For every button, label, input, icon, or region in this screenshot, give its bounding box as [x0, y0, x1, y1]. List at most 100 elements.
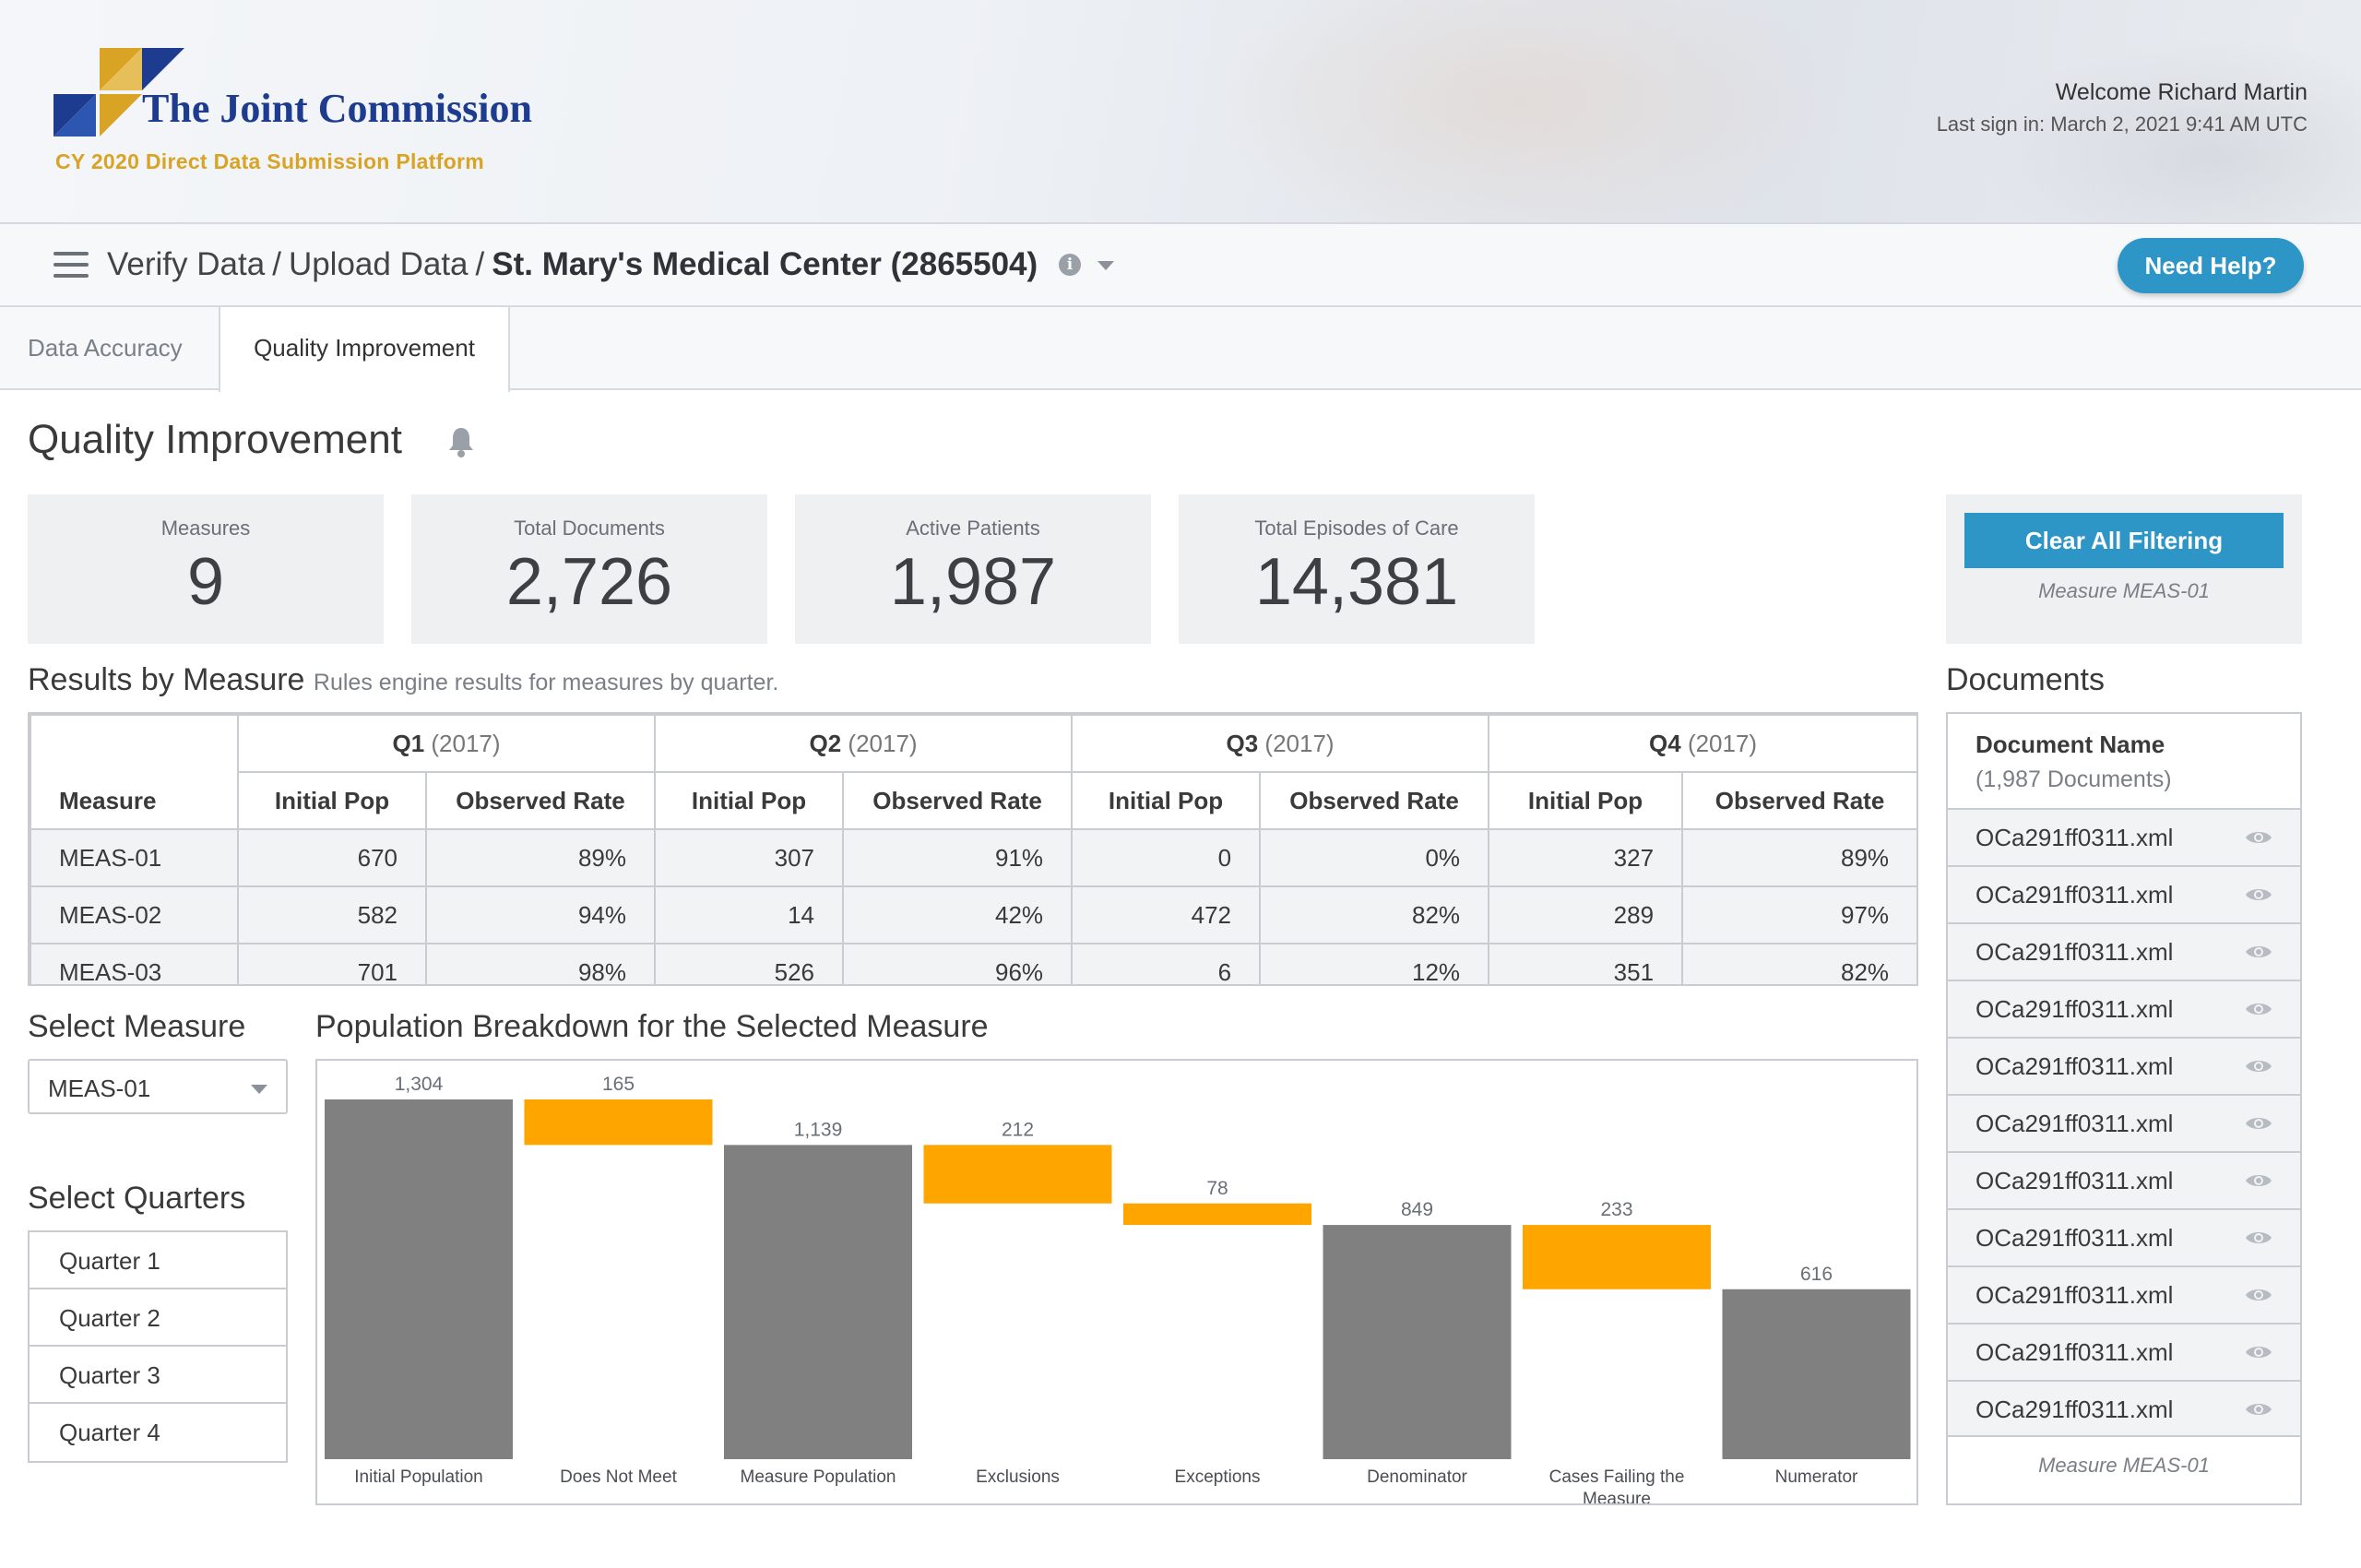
- breadcrumb-verify-data[interactable]: Verify Data: [107, 246, 265, 282]
- bar-cases-failing-the-measure[interactable]: [1523, 1225, 1711, 1289]
- hamburger-icon[interactable]: [53, 252, 89, 278]
- documents-footer: Measure MEAS-01: [1948, 1435, 2300, 1503]
- document-name: OCa291ff0311.xml: [1975, 1224, 2174, 1252]
- document-row[interactable]: OCa291ff0311.xml: [1948, 981, 2300, 1039]
- document-row[interactable]: OCa291ff0311.xml: [1948, 1324, 2300, 1382]
- population-breakdown-chart: 1,304 Initial Population 165 Does Not Meet 1…: [315, 1059, 1918, 1505]
- document-name: OCa291ff0311.xml: [1975, 1338, 2174, 1366]
- table-row[interactable]: MEAS-02 582 94% 14 42% 472 82% 289 97%: [30, 885, 1916, 944]
- bar-numerator[interactable]: [1722, 1289, 1911, 1459]
- eye-icon[interactable]: [2245, 1171, 2272, 1190]
- measure-cell: MEAS-03: [30, 943, 239, 984]
- column-header-observed-rate: Observed Rate: [1681, 771, 1916, 830]
- document-row[interactable]: OCa291ff0311.xml: [1948, 1382, 2300, 1435]
- eye-icon[interactable]: [2245, 1057, 2272, 1075]
- breadcrumb-current-facility: St. Mary's Medical Center (2865504): [492, 246, 1038, 282]
- observed-rate-cell: 91%: [842, 828, 1074, 887]
- eye-icon[interactable]: [2245, 1400, 2272, 1419]
- quarter-option-4[interactable]: Quarter 4: [30, 1404, 286, 1461]
- data-label: 233: [1600, 1199, 1632, 1220]
- table-row[interactable]: MEAS-03 701 98% 526 96% 6 12% 351 82%: [30, 943, 1916, 984]
- document-row[interactable]: OCa291ff0311.xml: [1948, 924, 2300, 981]
- breadcrumb-separator: /: [475, 246, 485, 282]
- eye-icon[interactable]: [2245, 885, 2272, 904]
- last-sign-in: Last sign in: March 2, 2021 9:41 AM UTC: [1936, 113, 2308, 136]
- eye-icon[interactable]: [2245, 943, 2272, 961]
- eye-icon[interactable]: [2245, 1229, 2272, 1247]
- document-row[interactable]: OCa291ff0311.xml: [1948, 1096, 2300, 1153]
- need-help-button[interactable]: Need Help?: [2118, 238, 2304, 293]
- document-row[interactable]: OCa291ff0311.xml: [1948, 867, 2300, 924]
- stat-label: Active Patients: [906, 517, 1040, 540]
- x-tick-label: Initial Population: [354, 1467, 482, 1487]
- platform-name: CY 2020 Direct Data Submission Platform: [55, 149, 485, 173]
- document-row[interactable]: OCa291ff0311.xml: [1948, 1267, 2300, 1324]
- x-tick-label: Exceptions: [1175, 1467, 1261, 1487]
- document-name: OCa291ff0311.xml: [1975, 824, 2174, 851]
- page-title: Quality Improvement: [28, 417, 402, 462]
- document-row[interactable]: OCa291ff0311.xml: [1948, 810, 2300, 867]
- initial-pop-cell: 526: [654, 943, 845, 984]
- document-row[interactable]: OCa291ff0311.xml: [1948, 1210, 2300, 1267]
- bar-initial-population[interactable]: [325, 1099, 513, 1459]
- observed-rate-cell: 82%: [1259, 885, 1490, 944]
- quarter-option-1[interactable]: Quarter 1: [30, 1232, 286, 1289]
- column-header-initial-pop: Initial Pop: [654, 771, 845, 830]
- breadcrumb-separator: /: [272, 246, 281, 282]
- clear-all-filtering-button[interactable]: Clear All Filtering: [1964, 513, 2284, 568]
- select-quarters-label: Select Quarters: [28, 1181, 246, 1216]
- bar-does-not-meet[interactable]: [524, 1099, 713, 1146]
- eye-icon[interactable]: [2245, 1343, 2272, 1361]
- initial-pop-cell: 351: [1488, 943, 1684, 984]
- tab-data-accuracy[interactable]: Data Accuracy: [28, 307, 183, 390]
- filter-note: Measure MEAS-01: [2038, 579, 2210, 602]
- stat-label: Total Episodes of Care: [1254, 517, 1459, 540]
- stat-value: 1,987: [889, 545, 1057, 619]
- bar-exceptions[interactable]: [1123, 1203, 1311, 1226]
- initial-pop-cell: 670: [237, 828, 427, 887]
- eye-icon[interactable]: [2245, 828, 2272, 847]
- quarter-header-q2: Q2 (2017): [654, 714, 1074, 773]
- observed-rate-cell: 94%: [424, 885, 657, 944]
- data-label: 212: [1002, 1119, 1034, 1140]
- initial-pop-cell: 289: [1488, 885, 1684, 944]
- stat-card-measures: Measures 9: [28, 494, 384, 644]
- quarter-header-q1: Q1 (2017): [236, 714, 657, 773]
- data-label: 165: [602, 1074, 635, 1095]
- x-tick-label: Measure Population: [741, 1467, 896, 1487]
- document-row[interactable]: OCa291ff0311.xml: [1948, 1039, 2300, 1096]
- chart-svg: 1,304 Initial Population 165 Does Not Meet 1…: [325, 1074, 1911, 1503]
- stat-card-episodes-of-care: Total Episodes of Care 14,381: [1179, 494, 1535, 644]
- data-label: 78: [1206, 1178, 1228, 1199]
- measure-select[interactable]: MEAS-01: [28, 1059, 288, 1114]
- info-icon[interactable]: i: [1059, 254, 1081, 276]
- chevron-down-icon: [251, 1085, 267, 1094]
- quarter-option-2[interactable]: Quarter 2: [30, 1289, 286, 1347]
- breadcrumb-upload-data[interactable]: Upload Data: [289, 246, 469, 282]
- table-row[interactable]: MEAS-01 670 89% 307 91% 0 0% 327 89%: [30, 828, 1916, 887]
- quarter-option-3[interactable]: Quarter 3: [30, 1347, 286, 1404]
- eye-icon[interactable]: [2245, 1000, 2272, 1018]
- initial-pop-cell: 701: [237, 943, 427, 984]
- documents-header: Document Name (1,987 Documents): [1948, 714, 2300, 810]
- initial-pop-cell: 472: [1071, 885, 1262, 944]
- bar-measure-population[interactable]: [724, 1145, 912, 1459]
- tab-quality-improvement[interactable]: Quality Improvement: [219, 307, 510, 392]
- chevron-down-icon[interactable]: [1097, 261, 1114, 270]
- document-name-header: Document Name: [1975, 731, 2165, 758]
- eye-icon[interactable]: [2245, 1286, 2272, 1304]
- bell-icon[interactable]: [448, 426, 474, 457]
- quarter-header-q4: Q4 (2017): [1488, 714, 1916, 773]
- x-tick-label: Does Not Meet: [560, 1467, 677, 1487]
- brand-name: The Joint Commission: [142, 86, 532, 131]
- measure-cell: MEAS-02: [30, 885, 239, 944]
- documents-list[interactable]: OCa291ff0311.xml OCa291ff0311.xml OCa291ff…: [1948, 810, 2300, 1435]
- document-row[interactable]: OCa291ff0311.xml: [1948, 1153, 2300, 1210]
- breadcrumb: Verify Data / Upload Data / St. Mary's Medic…: [107, 246, 1038, 283]
- results-table: Measure Q1 (2017) Q2 (2017) Q3 (2017) Q4…: [28, 712, 1918, 986]
- bar-denominator[interactable]: [1323, 1225, 1512, 1459]
- x-tick-label: Cases Failing the: [1549, 1467, 1685, 1487]
- initial-pop-cell: 14: [654, 885, 845, 944]
- eye-icon[interactable]: [2245, 1114, 2272, 1133]
- bar-exclusions[interactable]: [923, 1145, 1112, 1204]
